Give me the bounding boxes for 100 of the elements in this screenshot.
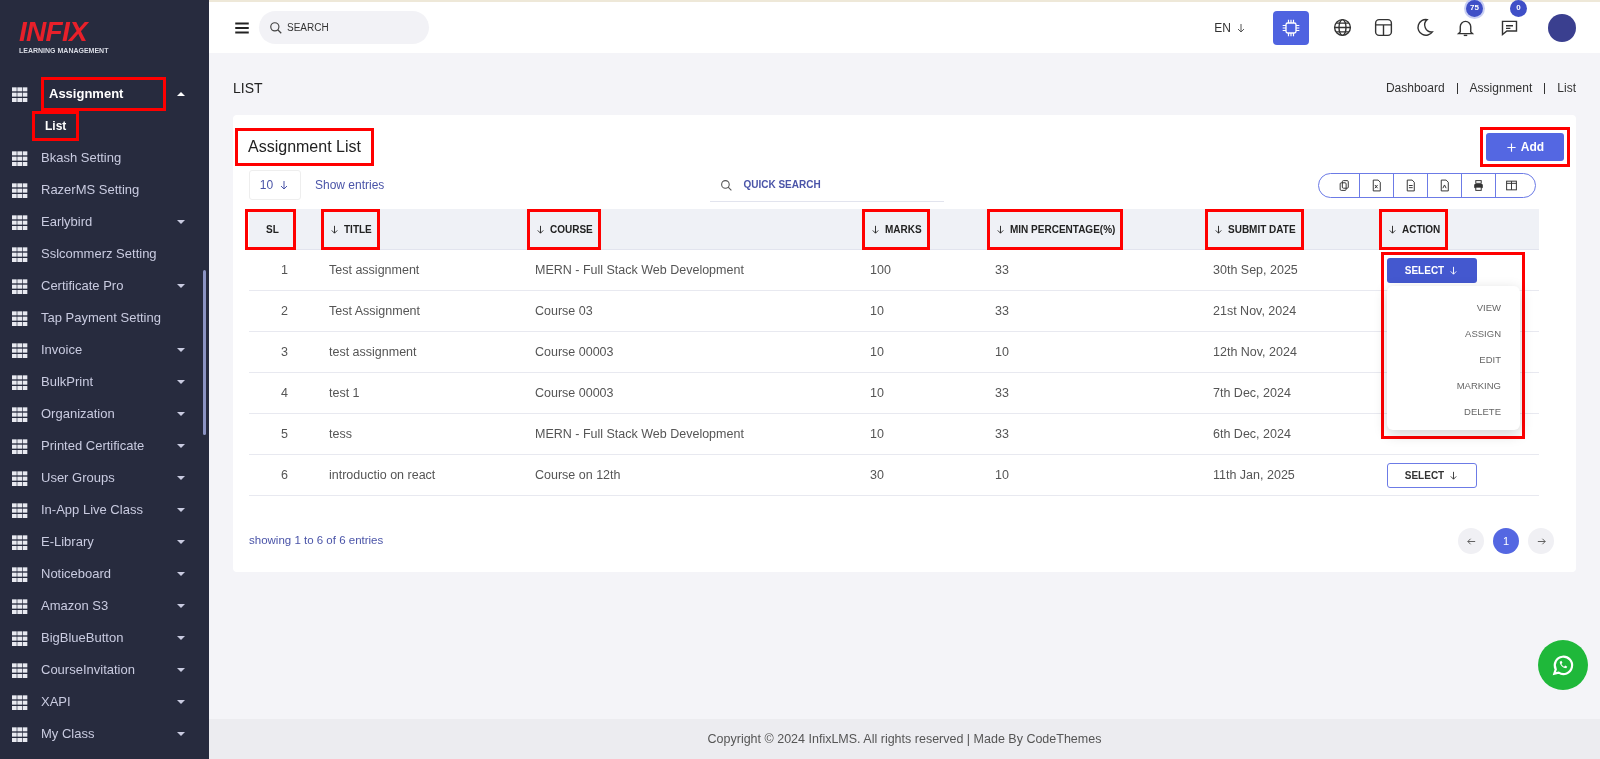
layout-icon (1372, 17, 1394, 38)
grid-icon (12, 630, 28, 646)
grid-icon (12, 374, 28, 390)
search-icon (720, 178, 734, 192)
sidebar-item[interactable]: XAPI (41, 692, 71, 712)
globe-icon (1331, 17, 1353, 38)
sort-arrow-icon (995, 223, 1006, 235)
column-header[interactable]: SUBMIT DATE (1205, 208, 1304, 250)
menu-item[interactable]: ASSIGN (1465, 326, 1501, 342)
grid-icon (12, 406, 28, 422)
page-button[interactable]: 1 (1493, 528, 1519, 554)
sidebar-item[interactable]: Printed Certificate (41, 436, 145, 456)
grid-icon (12, 438, 28, 454)
select-button[interactable]: SELECT (1387, 462, 1477, 488)
sidebar-subitem[interactable]: List (32, 111, 80, 141)
column-header[interactable]: SL (245, 208, 296, 250)
grid-icon (12, 278, 28, 294)
table-cell: 2 (281, 303, 288, 318)
grid-icon (12, 502, 28, 518)
sidebar-item[interactable]: Sslcommerz Setting (41, 244, 157, 264)
sidebar-item[interactable]: Noticeboard (41, 564, 112, 584)
search-icon (269, 20, 283, 35)
grid-icon (12, 310, 28, 326)
sidebar-item[interactable]: Tap Payment Setting (41, 308, 161, 328)
table-cell: 11th Jan, 2025 (1213, 467, 1295, 482)
sidebar-item[interactable]: BigBlueButton (41, 628, 124, 648)
table-cell: 7th Dec, 2024 (1213, 385, 1291, 400)
scrollbar-thumb[interactable] (203, 270, 206, 435)
sidebar-item[interactable]: RazerMS Setting (41, 180, 140, 200)
arrow-down-icon (1235, 21, 1247, 34)
table-cell: test assignment (329, 344, 417, 359)
grid-icon (12, 182, 28, 198)
table-cell: 3 (281, 344, 288, 359)
breadcrumb-link[interactable]: Assignment (1469, 79, 1533, 97)
sort-arrow-icon (1387, 223, 1398, 235)
grid-icon (12, 214, 28, 230)
sidebar-item[interactable]: My Class (41, 724, 95, 744)
chip-button[interactable] (1273, 10, 1309, 45)
grid-icon (12, 598, 28, 614)
table-cell: 10 (870, 385, 884, 400)
breadcrumb-link[interactable]: List (1557, 79, 1576, 97)
sort-arrow-icon (870, 223, 881, 235)
sort-arrow-icon (329, 223, 340, 235)
sidebar-item[interactable]: BulkPrint (41, 372, 94, 392)
sidebar-item[interactable]: Assignment (41, 77, 167, 111)
breadcrumb-link[interactable]: Dashboard (1385, 79, 1445, 97)
sort-arrow-icon (1213, 223, 1224, 235)
sidebar-item[interactable]: Organization (41, 404, 115, 424)
sidebar-item[interactable]: CourseInvitation (41, 660, 135, 680)
notification-badge: 75 (1466, 0, 1483, 17)
table-cell: Course on 12th (535, 467, 621, 482)
table-cell: 10 (870, 303, 884, 318)
menu-item[interactable]: MARKING (1456, 378, 1501, 394)
printer-icon (1472, 178, 1485, 192)
message-badge: 0 (1510, 0, 1527, 17)
sidebar-item[interactable]: Certificate Pro (41, 276, 124, 296)
menu-item[interactable]: EDIT (1479, 352, 1501, 368)
table-cell: 1 (281, 262, 288, 277)
table-cell: introductio on react (329, 467, 436, 482)
column-header[interactable]: ACTION (1379, 208, 1449, 250)
add-button[interactable]: Add (1486, 133, 1564, 161)
copy-icon (1337, 178, 1351, 192)
column-header[interactable]: TITLE (321, 208, 380, 250)
sidebar-item[interactable]: E-Library (41, 532, 94, 552)
select-button[interactable]: SELECT (1387, 257, 1477, 283)
sidebar-item[interactable]: User Groups (41, 468, 115, 488)
column-header[interactable]: MARKS (862, 208, 930, 250)
table-cell: 10 (870, 426, 884, 441)
table-cell: 10 (995, 344, 1009, 359)
table-cell: 6 (281, 467, 288, 482)
grid-icon (12, 566, 28, 582)
globe-button[interactable] (1331, 16, 1353, 39)
quick-search-field[interactable]: QUICK SEARCH (710, 168, 945, 202)
menu-item[interactable]: DELETE (1464, 404, 1501, 420)
avatar[interactable] (1548, 13, 1576, 42)
column-header[interactable]: MIN PERCENTAGE(%) (987, 208, 1124, 250)
columns-icon (1505, 178, 1518, 192)
table-cell: 4 (281, 385, 288, 400)
table-cell: 10 (870, 344, 884, 359)
column-header[interactable]: COURSE (527, 208, 601, 250)
language-selector[interactable]: EN (1214, 18, 1247, 37)
sidebar-item[interactable]: Amazon S3 (41, 596, 109, 616)
sidebar-item[interactable]: Invoice (41, 340, 83, 360)
search-field[interactable]: SEARCH (259, 11, 429, 44)
copyright-text: Copyright © 2024 InfixLMS. All rights reserved | Made By CodeThemes (707, 730, 1102, 748)
layout-button[interactable] (1372, 16, 1394, 39)
table-cell: Test Assignment (329, 303, 420, 318)
sidebar-item[interactable]: Bkash Setting (41, 148, 122, 168)
table-cell: 100 (870, 262, 891, 277)
entries-summary: showing 1 to 6 of 6 entries (249, 533, 384, 549)
table-cell: tess (329, 426, 352, 441)
table-cell: Course 00003 (535, 344, 614, 359)
menu-item[interactable]: VIEW (1476, 300, 1501, 316)
plus-icon (1505, 141, 1517, 153)
sidebar-item[interactable]: In-App Live Class (41, 500, 143, 520)
spreadsheet-icon (1370, 178, 1383, 192)
document-icon (1404, 178, 1417, 192)
sidebar-item[interactable]: Earlybird (41, 212, 93, 232)
whatsapp-button[interactable] (1538, 640, 1588, 690)
entries-select[interactable]: 10 (249, 170, 301, 200)
